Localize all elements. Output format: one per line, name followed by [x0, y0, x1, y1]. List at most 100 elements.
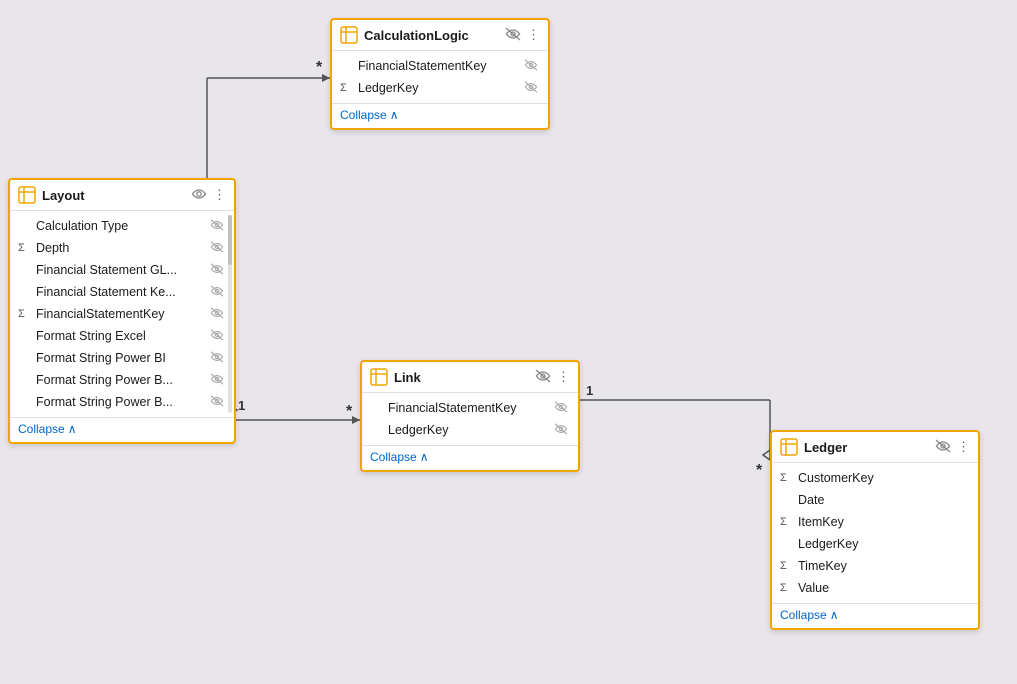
row-name: Date [798, 493, 968, 507]
link-header: Link ⋮ [362, 362, 578, 393]
row-hide-icon[interactable] [210, 329, 224, 344]
table-row: Σ Depth [10, 237, 234, 259]
svg-text:1: 1 [238, 398, 245, 413]
row-name: Format String Power B... [36, 395, 206, 409]
row-prefix: Σ [340, 82, 354, 94]
row-name: Calculation Type [36, 219, 206, 233]
calculationlogic-header: CalculationLogic ⋮ [332, 20, 548, 51]
collapse-label: Collapse [370, 450, 417, 464]
row-name: Financial Statement Ke... [36, 285, 206, 299]
row-hide-icon[interactable] [210, 219, 224, 234]
collapse-chevron-icon: ∧ [68, 422, 77, 436]
row-name: FinancialStatementKey [358, 59, 520, 73]
layout-eye-icon[interactable] [191, 187, 207, 204]
row-name: LedgerKey [388, 423, 550, 437]
calculationlogic-collapse[interactable]: Collapse ∧ [340, 108, 540, 122]
table-row: LedgerKey [772, 533, 978, 555]
ledger-header: Ledger ⋮ [772, 432, 978, 463]
calculationlogic-table-icon [340, 26, 358, 44]
row-hide-icon[interactable] [210, 241, 224, 256]
ledger-card: Ledger ⋮ Σ CustomerKey Date Σ ItemKey Le… [770, 430, 980, 630]
calculationlogic-footer: Collapse ∧ [332, 103, 548, 128]
svg-text:*: * [346, 403, 353, 420]
scrollbar-thumb[interactable] [228, 215, 232, 265]
row-hide-icon[interactable] [554, 401, 568, 416]
collapse-label: Collapse [340, 108, 387, 122]
row-hide-icon[interactable] [524, 81, 538, 96]
row-name: Format String Excel [36, 329, 206, 343]
row-prefix: Σ [780, 560, 794, 572]
collapse-chevron-icon: ∧ [420, 450, 429, 464]
link-actions: ⋮ [535, 369, 570, 386]
link-body: FinancialStatementKey LedgerKey [362, 393, 578, 445]
ledger-dots-icon[interactable]: ⋮ [957, 439, 970, 455]
ledger-hide-icon[interactable] [935, 439, 951, 456]
row-name: Value [798, 581, 968, 595]
row-hide-icon[interactable] [554, 423, 568, 438]
link-title: Link [394, 370, 529, 385]
table-row: Σ Value [772, 577, 978, 599]
ledger-collapse[interactable]: Collapse ∧ [780, 608, 970, 622]
row-name: Format String Power B... [36, 373, 206, 387]
collapse-chevron-icon: ∧ [390, 108, 399, 122]
link-card: Link ⋮ FinancialStatementKey LedgerKey C… [360, 360, 580, 472]
row-name: FinancialStatementKey [36, 307, 206, 321]
table-row: LedgerKey [362, 419, 578, 441]
layout-card: Layout ⋮ Calculation Type Σ Depth Financ… [8, 178, 236, 444]
row-prefix: Σ [780, 472, 794, 484]
link-footer: Collapse ∧ [362, 445, 578, 470]
row-hide-icon[interactable] [524, 59, 538, 74]
row-prefix: Σ [18, 242, 32, 254]
ledger-actions: ⋮ [935, 439, 970, 456]
table-row: Format String Power B... [10, 369, 234, 391]
layout-dots-icon[interactable]: ⋮ [213, 187, 226, 203]
link-hide-icon[interactable] [535, 369, 551, 386]
table-row: Format String Excel [10, 325, 234, 347]
link-collapse[interactable]: Collapse ∧ [370, 450, 570, 464]
table-row: FinancialStatementKey [362, 397, 578, 419]
table-row: Format String Power BI [10, 347, 234, 369]
row-name: CustomerKey [798, 471, 968, 485]
row-name: Depth [36, 241, 206, 255]
table-row: Financial Statement Ke... [10, 281, 234, 303]
row-name: TimeKey [798, 559, 968, 573]
layout-actions: ⋮ [191, 187, 226, 204]
layout-header: Layout ⋮ [10, 180, 234, 211]
table-row: Σ CustomerKey [772, 467, 978, 489]
link-dots-icon[interactable]: ⋮ [557, 369, 570, 385]
layout-body: Calculation Type Σ Depth Financial State… [10, 211, 234, 417]
row-name: ItemKey [798, 515, 968, 529]
layout-footer: Collapse ∧ [10, 417, 234, 442]
ledger-table-icon [780, 438, 798, 456]
table-row: Date [772, 489, 978, 511]
row-hide-icon[interactable] [210, 307, 224, 322]
collapse-label: Collapse [780, 608, 827, 622]
link-table-icon [370, 368, 388, 386]
table-row: Σ FinancialStatementKey [10, 303, 234, 325]
calculationlogic-dots-icon[interactable]: ⋮ [527, 27, 540, 43]
row-hide-icon[interactable] [210, 373, 224, 388]
layout-table-icon [18, 186, 36, 204]
scrollbar-track[interactable] [228, 215, 232, 413]
table-row: Financial Statement GL... [10, 259, 234, 281]
svg-text:*: * [756, 462, 763, 479]
layout-collapse[interactable]: Collapse ∧ [18, 422, 226, 436]
calculationlogic-body: FinancialStatementKey Σ LedgerKey [332, 51, 548, 103]
row-hide-icon[interactable] [210, 351, 224, 366]
row-prefix: Σ [780, 582, 794, 594]
ledger-body: Σ CustomerKey Date Σ ItemKey LedgerKey Σ… [772, 463, 978, 603]
calculationlogic-actions: ⋮ [505, 27, 540, 44]
row-name: Financial Statement GL... [36, 263, 206, 277]
row-hide-icon[interactable] [210, 395, 224, 410]
svg-text:*: * [316, 59, 323, 76]
row-prefix: Σ [780, 516, 794, 528]
row-hide-icon[interactable] [210, 285, 224, 300]
layout-title: Layout [42, 188, 185, 203]
ledger-footer: Collapse ∧ [772, 603, 978, 628]
calculationlogic-title: CalculationLogic [364, 28, 499, 43]
table-row: Σ LedgerKey [332, 77, 548, 99]
row-hide-icon[interactable] [210, 263, 224, 278]
table-row: Calculation Type [10, 215, 234, 237]
calculationlogic-hide-icon[interactable] [505, 27, 521, 44]
row-prefix: Σ [18, 308, 32, 320]
